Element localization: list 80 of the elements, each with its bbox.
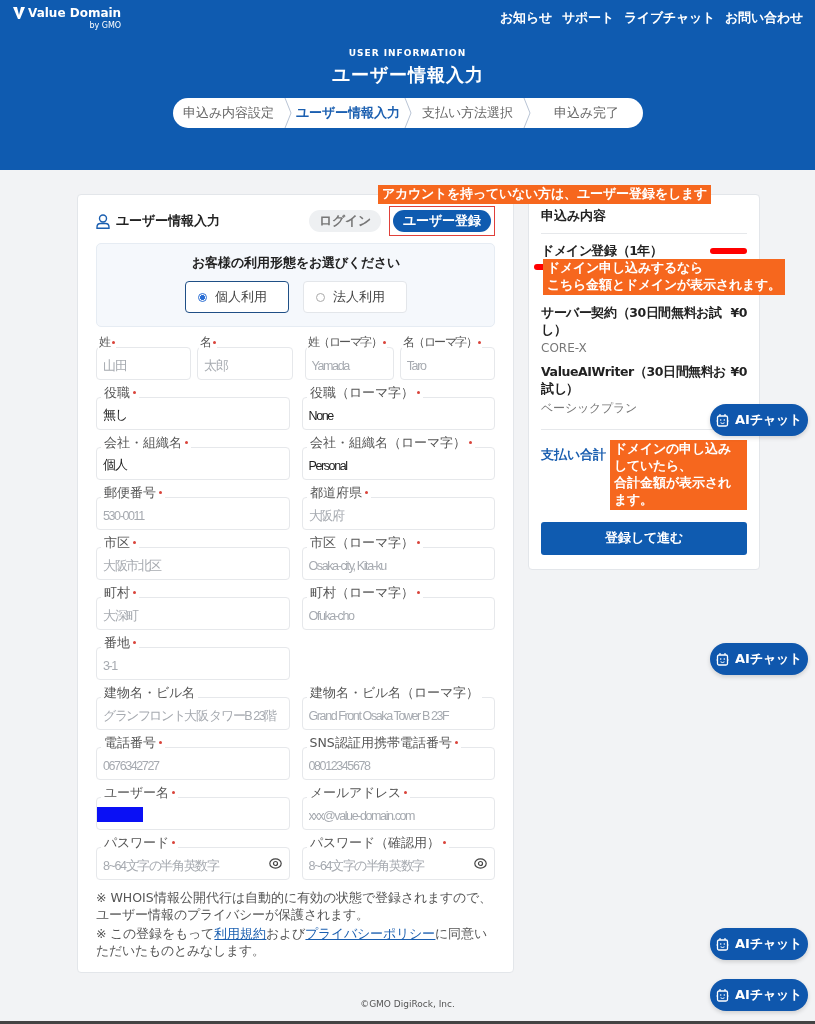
login-button[interactable]: ログイン: [309, 210, 381, 232]
item-name: ValueAIWriter（30日間無料お試し）: [541, 364, 727, 398]
robot-icon: [716, 652, 730, 666]
text-field[interactable]: 大阪市北区: [96, 547, 290, 580]
step: 申込み完了: [531, 104, 643, 122]
text-field[interactable]: Yamada: [304, 347, 394, 380]
nav-link[interactable]: ライブチャット: [624, 9, 715, 27]
step: ユーザー情報入力: [292, 104, 404, 122]
field-label: 町村（ローマ字）: [306, 585, 423, 600]
eye-icon[interactable]: [474, 858, 487, 869]
field-label: 会社・組織名: [101, 435, 191, 450]
field-label: 建物名・ビル名（ローマ字）: [306, 685, 482, 700]
chat-button[interactable]: AIチャット: [710, 928, 808, 960]
text-field[interactable]: Taro: [399, 347, 495, 380]
field-label: 電話番号: [101, 735, 165, 750]
field-label: メールアドレス: [306, 785, 410, 800]
step: 支払い方法選択: [411, 104, 523, 122]
text-field[interactable]: 山田: [96, 347, 192, 380]
field-label: 町村: [101, 585, 139, 600]
robot-icon: [716, 413, 730, 427]
chevron-icon: [403, 98, 412, 128]
field-label: パスワード: [101, 835, 178, 850]
eye-icon[interactable]: [268, 858, 282, 869]
chat-button[interactable]: AIチャット: [710, 404, 808, 436]
chat-button[interactable]: AIチャット: [710, 643, 808, 675]
register-button[interactable]: ユーザー登録: [393, 210, 491, 232]
field-label: 会社・組織名（ローマ字）: [306, 435, 475, 450]
item-price: ¥0: [730, 364, 747, 381]
radio-option[interactable]: 個人利用: [184, 281, 289, 313]
user-icon: [96, 213, 110, 229]
radio-option[interactable]: 法人利用: [302, 281, 407, 313]
item-price: ¥0: [730, 305, 747, 322]
policy-link[interactable]: プライバシーポリシー: [305, 925, 436, 941]
field-label: 郵便番号: [101, 485, 165, 500]
chevron-icon: [284, 98, 292, 128]
logo-icon: [12, 6, 26, 20]
page-title: ユーザー情報入力: [331, 63, 484, 87]
page-eyebrow: USER INFORMATION: [348, 48, 467, 58]
field-label: 建物名・ビル名: [101, 685, 198, 700]
footnote-text: ※ WHOIS情報公開代行は自動的に有効の状態で登録されますので、ユーザー情報のプライバシーが保護されます。: [96, 890, 493, 924]
item-name: ドメイン登録（1年）: [541, 243, 663, 260]
text-field[interactable]: [96, 797, 290, 830]
logo-subtext: by GMO: [89, 21, 122, 30]
annotation-note: ドメイン申し込みするなら こちら金額とドメインが表示されます。: [543, 259, 785, 295]
field-label: 市区: [101, 535, 139, 550]
field-label: 役職（ローマ字）: [306, 385, 423, 400]
nav-link[interactable]: お知らせ: [500, 9, 552, 27]
item-plan: ベーシックプラン: [541, 400, 638, 417]
field-label: 名（ローマ字）: [401, 335, 483, 350]
field-label: 市区（ローマ字）: [306, 535, 423, 550]
robot-icon: [716, 937, 730, 951]
policy-link[interactable]: 利用規約: [214, 925, 267, 941]
field-label: パスワード（確認用）: [306, 835, 449, 850]
item-plan: CORE-X: [541, 341, 588, 355]
field-label: ユーザー名: [101, 785, 178, 800]
chat-button[interactable]: AIチャット: [710, 979, 808, 1011]
field-label: 番地: [101, 635, 139, 650]
field-label: 役職: [101, 385, 139, 400]
field-label: SNS認証用携帯電話番号: [306, 735, 461, 750]
total-label: 支払い合計: [541, 446, 606, 464]
logo-text[interactable]: Value Domain: [28, 6, 122, 20]
summary-title: 申込み内容: [541, 207, 747, 234]
field-label: 姓: [98, 335, 116, 350]
nav-link[interactable]: サポート: [562, 9, 614, 27]
usage-prompt: お客様の利用形態をお選びください: [190, 254, 401, 272]
field-label: 都道府県: [306, 485, 371, 500]
text-field[interactable]: 太郎: [197, 347, 293, 380]
footnote-text: ※ この登録をもって利用規約およびプライバシーポリシーに同意いただいたものとみなします。: [96, 925, 489, 960]
annotation-note: ドメインの申し込みしていたら、 合計金額が表示されます。: [610, 440, 747, 510]
step: 申込み内容設定: [172, 104, 284, 122]
annotation-note: アカウントを持っていない方は、ユーザー登録をします: [378, 185, 711, 204]
chevron-icon: [523, 98, 531, 128]
field-label: 名: [199, 335, 217, 350]
nav-link[interactable]: お問い合わせ: [725, 9, 803, 27]
submit-button[interactable]: 登録して進む: [541, 521, 747, 555]
copyright-text: ©GMO DigiRock, Inc.: [360, 999, 455, 1009]
item-name: サーバー契約（30日間無料お試し）: [541, 305, 723, 339]
robot-icon: [716, 988, 730, 1002]
field-label: 姓（ローマ字）: [306, 335, 387, 350]
form-title: ユーザー情報入力: [116, 212, 220, 230]
